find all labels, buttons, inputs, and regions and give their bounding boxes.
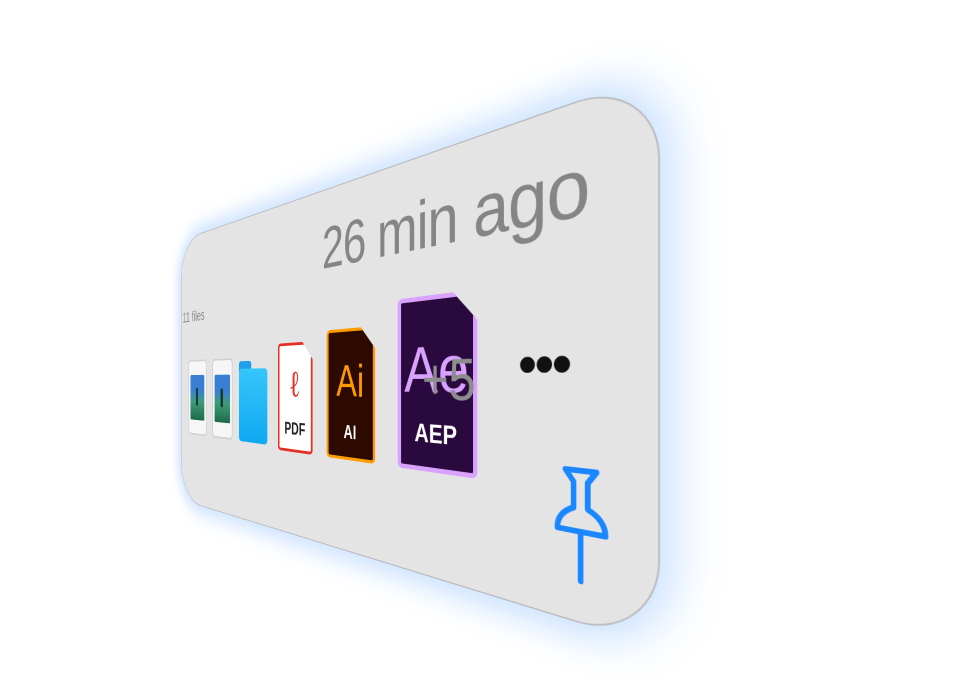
screen: 26 min ago 11 files ℓ PDF Ai AI Ae AEP +… xyxy=(0,0,954,689)
ai-extension-label: AI xyxy=(343,422,357,444)
more-options-button[interactable]: ••• xyxy=(518,329,570,401)
image-thumbnail xyxy=(214,374,231,424)
illustrator-glyph: Ai xyxy=(336,355,365,408)
image-thumbnail xyxy=(190,374,205,421)
aep-extension-label: AEP xyxy=(414,417,458,452)
pin-button[interactable] xyxy=(553,462,610,595)
image-file-icon[interactable] xyxy=(212,358,233,440)
image-file-icon[interactable] xyxy=(188,359,207,437)
acrobat-glyph: ℓ xyxy=(289,363,301,407)
file-shelf-card[interactable]: 26 min ago 11 files ℓ PDF Ai AI Ae AEP +… xyxy=(181,71,660,648)
pdf-extension-label: PDF xyxy=(284,418,306,440)
additional-files-count: +5 xyxy=(422,347,476,415)
illustrator-file-icon[interactable]: Ai AI xyxy=(327,326,375,464)
pdf-file-icon[interactable]: ℓ PDF xyxy=(278,341,313,455)
folder-icon[interactable] xyxy=(239,360,268,445)
timestamp: 26 min ago xyxy=(322,137,590,282)
pin-icon xyxy=(553,462,610,595)
